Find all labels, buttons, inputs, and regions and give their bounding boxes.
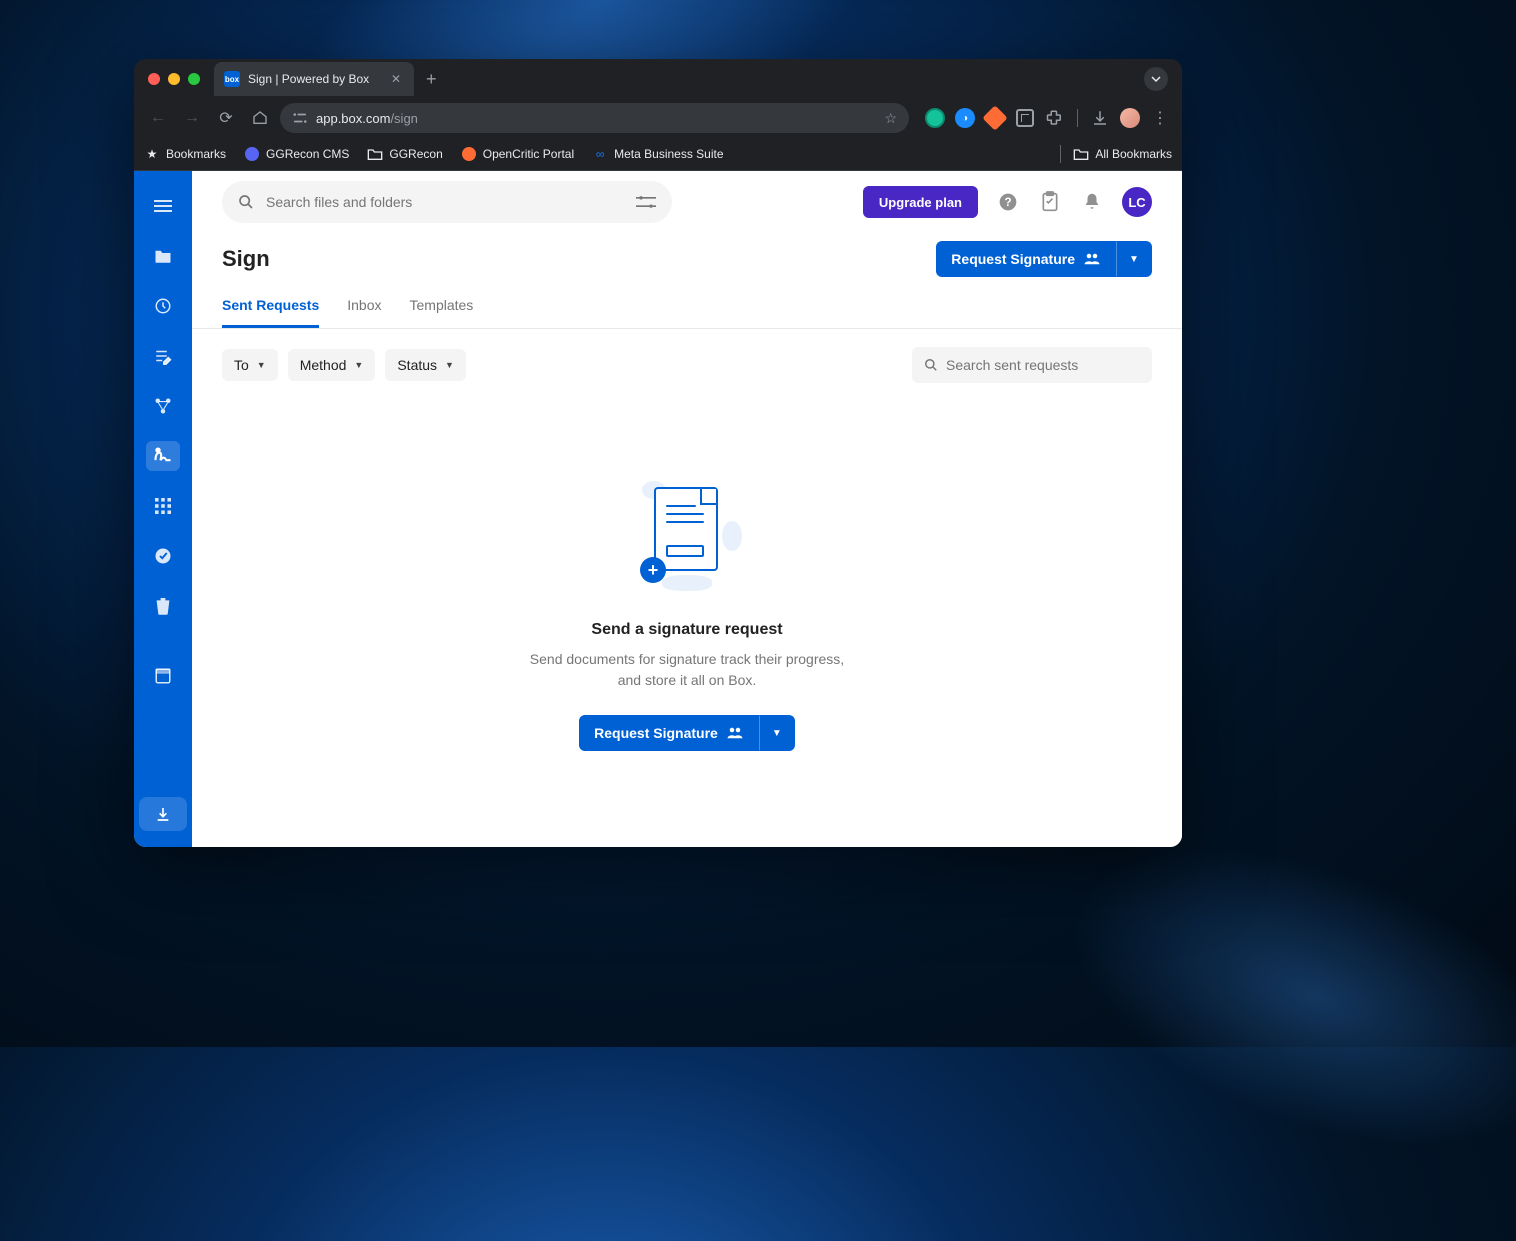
page-title: Sign [222,246,270,272]
bookmark-meta[interactable]: ∞ Meta Business Suite [592,146,723,162]
folder-icon [367,146,383,162]
request-signature-center-dropdown[interactable]: ▼ [759,715,795,751]
maximize-window-button[interactable] [188,73,200,85]
top-bar: Upgrade plan ? LC [192,171,1182,233]
sidebar [134,171,192,847]
infinity-icon: ∞ [592,146,608,162]
bookmark-ggrecon[interactable]: GGRecon [367,146,442,162]
search-icon [238,194,254,210]
sidebar-canvas-icon[interactable] [146,661,180,691]
tab-sent-requests[interactable]: Sent Requests [222,297,319,328]
sidebar-download-button[interactable] [139,797,187,831]
filter-to[interactable]: To ▼ [222,349,278,381]
user-avatar[interactable]: LC [1122,187,1152,217]
search-sent-requests-input[interactable] [946,357,1140,373]
center-request-group: Request Signature ▼ [579,715,795,751]
request-signature-button[interactable]: Request Signature [936,241,1116,277]
tab-inbox[interactable]: Inbox [347,297,381,328]
sidebar-synced-icon[interactable] [146,541,180,571]
divider [1060,145,1061,163]
search-tabs-button[interactable] [1144,67,1168,91]
forward-button[interactable]: → [178,104,206,132]
sidebar-notes-icon[interactable] [146,341,180,371]
filters-row: To ▼ Method ▼ Status ▼ [192,329,1182,401]
empty-state: + Send a signature request Send document… [192,401,1182,847]
empty-description: Send documents for signature track their… [517,649,857,691]
page-header: Sign Request Signature ▼ [192,233,1182,277]
browser-menu-icon[interactable]: ⋮ [1148,106,1172,130]
sidebar-sign-icon[interactable] [146,441,180,471]
bookmark-ggrecon-cms[interactable]: GGRecon CMS [244,146,349,162]
bookmark-bookmarks[interactable]: ★ Bookmarks [144,146,226,162]
tab-title: Sign | Powered by Box [248,72,380,86]
close-window-button[interactable] [148,73,160,85]
profile-avatar-icon[interactable] [1118,106,1142,130]
sidebar-trash-icon[interactable] [146,591,180,621]
search-filter-icon[interactable] [636,194,656,210]
svg-text:?: ? [1004,196,1011,209]
app-content: Upgrade plan ? LC Sign [134,171,1182,847]
box-favicon-icon: box [224,71,240,87]
tabs: Sent Requests Inbox Templates [192,297,1182,329]
help-icon[interactable]: ? [996,190,1020,214]
reload-button[interactable]: ⟳ [212,104,240,132]
chevron-down-icon: ▼ [445,360,454,370]
grammarly-extension-icon[interactable] [923,106,947,130]
folder-icon [1073,146,1089,162]
people-icon [1083,252,1101,266]
close-tab-button[interactable]: ✕ [388,72,404,86]
minimize-window-button[interactable] [168,73,180,85]
request-signature-group: Request Signature ▼ [936,241,1152,277]
tab-templates[interactable]: Templates [410,297,474,328]
extension-icon-square[interactable] [1013,106,1037,130]
tasks-icon[interactable] [1038,190,1062,214]
sidebar-relay-icon[interactable] [146,391,180,421]
request-signature-dropdown[interactable]: ▼ [1116,241,1152,277]
filter-method[interactable]: Method ▼ [288,349,376,381]
plus-icon: + [640,557,666,583]
chevron-down-icon: ▼ [354,360,363,370]
url-bar[interactable]: app.box.com/sign ☆ [280,103,909,133]
filter-status[interactable]: Status ▼ [385,349,466,381]
sidebar-files-icon[interactable] [146,241,180,271]
dot-icon [244,146,260,162]
all-bookmarks-button[interactable]: All Bookmarks [1073,146,1172,162]
bookmarks-bar: ★ Bookmarks GGRecon CMS GGRecon OpenCrit… [134,137,1182,171]
browser-tab[interactable]: box Sign | Powered by Box ✕ [214,62,414,96]
sidebar-recents-icon[interactable] [146,291,180,321]
home-button[interactable] [246,104,274,132]
extensions-puzzle-icon[interactable] [1043,106,1067,130]
extension-icon-orange[interactable] [983,106,1007,130]
empty-title: Send a signature request [591,621,782,639]
new-tab-button[interactable]: + [426,69,437,90]
url-text: app.box.com/sign [316,111,876,126]
traffic-lights [148,73,200,85]
title-bar: box Sign | Powered by Box ✕ + [134,59,1182,99]
chevron-down-icon: ▼ [257,360,266,370]
site-settings-icon[interactable] [292,111,308,125]
empty-illustration: + [632,481,742,591]
search-icon [924,358,938,372]
request-signature-center-button[interactable]: Request Signature [579,715,759,751]
people-icon [726,726,744,740]
bell-icon[interactable] [1080,190,1104,214]
sidebar-apps-icon[interactable] [146,491,180,521]
browser-window: box Sign | Powered by Box ✕ + ← → ⟳ app.… [134,59,1182,847]
bookmark-opencritic[interactable]: OpenCritic Portal [461,146,574,162]
bookmark-star-icon[interactable]: ☆ [884,110,897,127]
back-button[interactable]: ← [144,104,172,132]
search-input[interactable] [266,194,624,210]
dot-icon [461,146,477,162]
global-search[interactable] [222,181,672,223]
sidebar-menu-button[interactable] [146,191,180,221]
downloads-icon[interactable] [1088,106,1112,130]
star-icon: ★ [144,146,160,162]
1password-extension-icon[interactable]: ◑ [953,106,977,130]
divider [1077,109,1078,127]
address-bar: ← → ⟳ app.box.com/sign ☆ ◑ [134,99,1182,137]
search-sent-requests[interactable] [912,347,1152,383]
upgrade-plan-button[interactable]: Upgrade plan [863,186,978,218]
main-content: Upgrade plan ? LC Sign [192,171,1182,847]
